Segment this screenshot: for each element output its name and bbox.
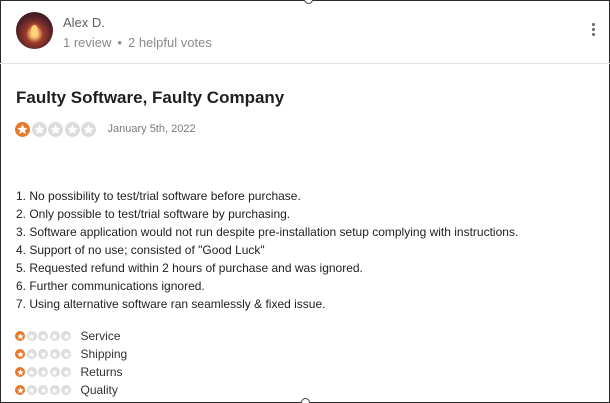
review-line: 3. Software application would not run de… xyxy=(16,225,519,239)
star-empty-icon xyxy=(48,121,63,137)
meta-separator: • xyxy=(117,35,122,50)
review-date: January 5th, 2022 xyxy=(107,123,196,135)
sub-rating-label: Shipping xyxy=(80,347,128,361)
star-empty-icon xyxy=(38,367,48,377)
star-filled-icon xyxy=(15,331,25,341)
reviewer-stats: 1 review • 2 helpful votes xyxy=(63,35,212,50)
review-line: 5. Requested refund within 2 hours of pu… xyxy=(16,261,363,275)
sub-ratings: Service Shipping Returns Quality xyxy=(15,327,127,399)
sub-rating-quality: Quality xyxy=(15,381,127,399)
review-count: 1 review xyxy=(63,35,112,50)
sub-rating-label: Quality xyxy=(80,383,118,397)
star-empty-icon xyxy=(61,349,71,359)
review-line: 2. Only possible to test/trial software … xyxy=(16,207,291,221)
star-filled-icon xyxy=(15,385,25,395)
star-empty-icon xyxy=(61,385,71,395)
sub-rating-label: Returns xyxy=(80,365,123,379)
star-empty-icon xyxy=(61,367,71,377)
review-body: 1. No possibility to test/trial software… xyxy=(16,187,518,313)
reviewer-name[interactable]: Alex D. xyxy=(63,15,105,30)
star-filled-icon xyxy=(15,121,30,137)
sub-rating-label: Service xyxy=(80,329,121,343)
review-title: Faulty Software, Faulty Company xyxy=(16,88,285,107)
review-line: 4. Support of no use; consisted of "Good… xyxy=(16,243,265,257)
review-line: 7. Using alternative software ran seamle… xyxy=(16,297,326,311)
star-empty-icon xyxy=(26,367,37,377)
review-line: 1. No possibility to test/trial software… xyxy=(16,189,301,203)
review-line: 6. Further communications ignored. xyxy=(16,279,205,293)
more-vertical-icon[interactable] xyxy=(590,23,596,39)
star-empty-icon xyxy=(38,349,48,359)
candle-flame-icon xyxy=(31,25,38,37)
star-empty-icon xyxy=(49,385,60,395)
star-empty-icon xyxy=(49,331,60,341)
star-empty-icon xyxy=(38,385,48,395)
star-empty-icon xyxy=(26,331,37,341)
star-empty-icon xyxy=(49,367,60,377)
star-empty-icon xyxy=(26,385,37,395)
star-empty-icon xyxy=(61,331,71,341)
rating-stars xyxy=(15,121,98,137)
star-empty-icon xyxy=(38,331,48,341)
star-empty-icon xyxy=(26,349,37,359)
star-filled-icon xyxy=(15,367,25,377)
avatar[interactable] xyxy=(16,12,53,49)
review-rating: January 5th, 2022 xyxy=(15,121,196,137)
star-empty-icon xyxy=(31,121,47,137)
resize-handle-bottom[interactable] xyxy=(301,398,310,403)
helpful-votes: 2 helpful votes xyxy=(127,35,212,50)
sub-rating-returns: Returns xyxy=(15,363,127,381)
star-empty-icon xyxy=(49,349,60,359)
sub-rating-service: Service xyxy=(15,327,127,345)
reviewer-header: Alex D. 1 review • 2 helpful votes xyxy=(0,0,610,64)
sub-rating-shipping: Shipping xyxy=(15,345,127,363)
star-empty-icon xyxy=(64,121,80,137)
star-filled-icon xyxy=(15,349,25,359)
star-empty-icon xyxy=(81,121,96,137)
